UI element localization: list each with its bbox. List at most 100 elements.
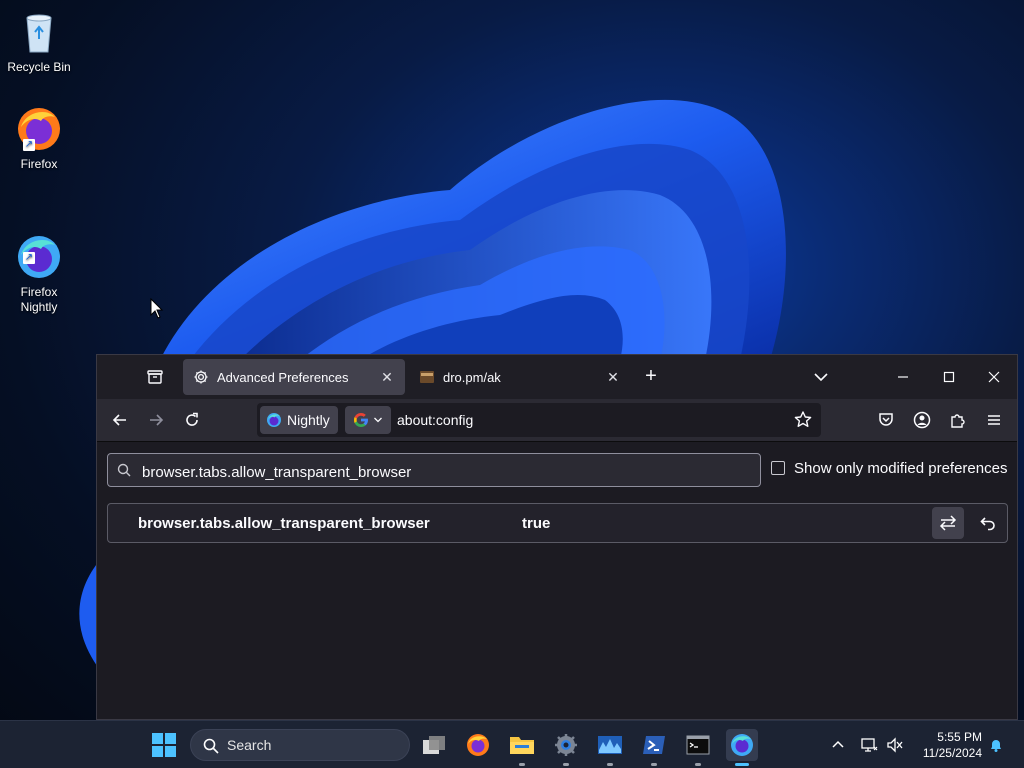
google-icon (354, 413, 368, 427)
running-indicator (519, 763, 525, 766)
task-view-icon (423, 736, 445, 754)
running-indicator (563, 763, 569, 766)
show-hidden-icons-button[interactable] (828, 735, 848, 755)
terminal-icon (686, 735, 710, 755)
tab-list-icon (147, 370, 163, 384)
reset-button[interactable] (972, 507, 1004, 539)
pocket-button[interactable] (874, 408, 898, 432)
taskbar-settings[interactable] (550, 729, 582, 766)
extensions-button[interactable] (946, 408, 970, 432)
taskbar-firefox[interactable] (462, 729, 494, 761)
start-button[interactable] (151, 732, 177, 758)
preference-value: true (522, 515, 551, 532)
pocket-icon (879, 413, 893, 426)
identity-box[interactable]: Nightly (260, 406, 338, 434)
url-text[interactable]: about:config (397, 412, 473, 428)
arrow-left-icon (112, 414, 126, 426)
toggle-button[interactable] (932, 507, 964, 539)
firefox-nightly-icon: ↗ (15, 218, 63, 278)
speaker-muted-icon (887, 737, 903, 753)
tab-bar: Advanced Preferences ✕ dro.pm/ak ✕ + (97, 355, 1017, 399)
minimize-icon (898, 376, 908, 378)
shortcut-arrow-icon: ↗ (23, 139, 35, 151)
tab-label: dro.pm/ak (443, 369, 501, 385)
back-button[interactable] (106, 407, 134, 433)
desktop-icon-label: Firefox Nightly (20, 285, 58, 314)
taskbar-firefox-nightly[interactable] (726, 729, 758, 766)
search-icon (117, 463, 131, 477)
close-window-button[interactable] (974, 363, 1014, 391)
powershell-icon (643, 736, 665, 754)
url-bar[interactable]: Nightly about:config (257, 403, 821, 437)
desktop-icon-label: Firefox (20, 157, 58, 171)
preference-row[interactable]: browser.tabs.allow_transparent_browser t… (107, 503, 1008, 543)
taskbar-search[interactable]: Search (190, 729, 410, 761)
chevron-down-icon (814, 373, 828, 382)
running-indicator (695, 763, 701, 766)
account-icon (913, 411, 931, 429)
network-icon (861, 738, 878, 752)
close-icon (988, 371, 1000, 383)
chevron-down-icon (374, 417, 382, 423)
site-favicon-icon (419, 369, 435, 385)
hamburger-menu-icon (988, 415, 1000, 425)
windows-logo-icon (152, 733, 176, 757)
running-indicator (735, 763, 749, 766)
preference-name: browser.tabs.allow_transparent_browser (138, 515, 430, 532)
recycle-bin-icon (15, 8, 63, 56)
preference-search-box[interactable] (107, 453, 761, 487)
preference-search-input[interactable] (140, 460, 744, 484)
about-config-page: Show only modified preferences browser.t… (97, 442, 1017, 719)
task-view-button[interactable] (418, 729, 450, 761)
settings-gear-icon (555, 734, 577, 756)
bell-icon (991, 740, 1001, 752)
mouse-cursor-icon (150, 298, 164, 319)
notifications-button[interactable] (986, 735, 1006, 755)
resource-monitor-icon (598, 736, 622, 754)
tab-advanced-preferences[interactable]: Advanced Preferences ✕ (183, 359, 405, 395)
taskbar-file-explorer[interactable] (506, 729, 538, 766)
close-tab-icon[interactable]: ✕ (603, 367, 623, 387)
reload-button[interactable] (178, 407, 206, 433)
undo-icon (980, 517, 995, 531)
folder-icon (510, 737, 534, 754)
shortcut-arrow-icon: ↗ (23, 252, 35, 264)
firefox-nightly-icon (267, 413, 281, 427)
arrow-right-icon (150, 414, 164, 426)
navigation-toolbar: Nightly about:config (97, 399, 1017, 442)
tab-label: Advanced Preferences (217, 369, 349, 385)
new-tab-button[interactable]: + (641, 366, 661, 387)
system-clock[interactable]: 5:55 PM 11/25/2024 (912, 729, 982, 761)
close-tab-icon[interactable]: ✕ (377, 367, 397, 387)
show-modified-checkbox[interactable] (771, 461, 785, 475)
taskbar-command-prompt[interactable] (682, 729, 714, 766)
puzzle-icon (951, 414, 965, 428)
reload-icon (186, 412, 198, 426)
clock-time: 5:55 PM (937, 730, 982, 744)
chevron-up-icon (832, 740, 844, 748)
network-status[interactable] (859, 735, 879, 755)
toggle-arrows-icon (939, 515, 957, 531)
bookmark-star-button[interactable] (793, 410, 813, 430)
app-menu-button[interactable] (982, 408, 1006, 432)
taskbar-powershell[interactable] (638, 729, 670, 766)
maximize-button[interactable] (929, 363, 969, 391)
taskbar-resource-monitor[interactable] (594, 729, 626, 766)
show-modified-label[interactable]: Show only modified preferences (794, 460, 1007, 477)
desktop-icon-recycle-bin[interactable]: Recycle Bin (4, 8, 74, 75)
account-button[interactable] (910, 408, 934, 432)
volume-status[interactable] (885, 735, 905, 755)
running-indicator (651, 763, 657, 766)
desktop-icon-firefox-nightly[interactable]: ↗ Firefox Nightly (4, 203, 74, 330)
forward-button[interactable] (142, 407, 170, 433)
firefox-nightly-icon (731, 734, 753, 756)
search-engine-button[interactable] (345, 406, 391, 434)
running-indicator (607, 763, 613, 766)
list-all-tabs-button[interactable] (143, 365, 167, 389)
minimize-button[interactable] (883, 363, 923, 391)
tabs-dropdown-button[interactable] (811, 367, 831, 387)
tab-dro-pm[interactable]: dro.pm/ak ✕ (409, 359, 631, 395)
search-icon (203, 738, 219, 754)
wallpaper-bloom (160, 99, 786, 360)
desktop-icon-firefox[interactable]: ↗ Firefox (4, 105, 74, 172)
